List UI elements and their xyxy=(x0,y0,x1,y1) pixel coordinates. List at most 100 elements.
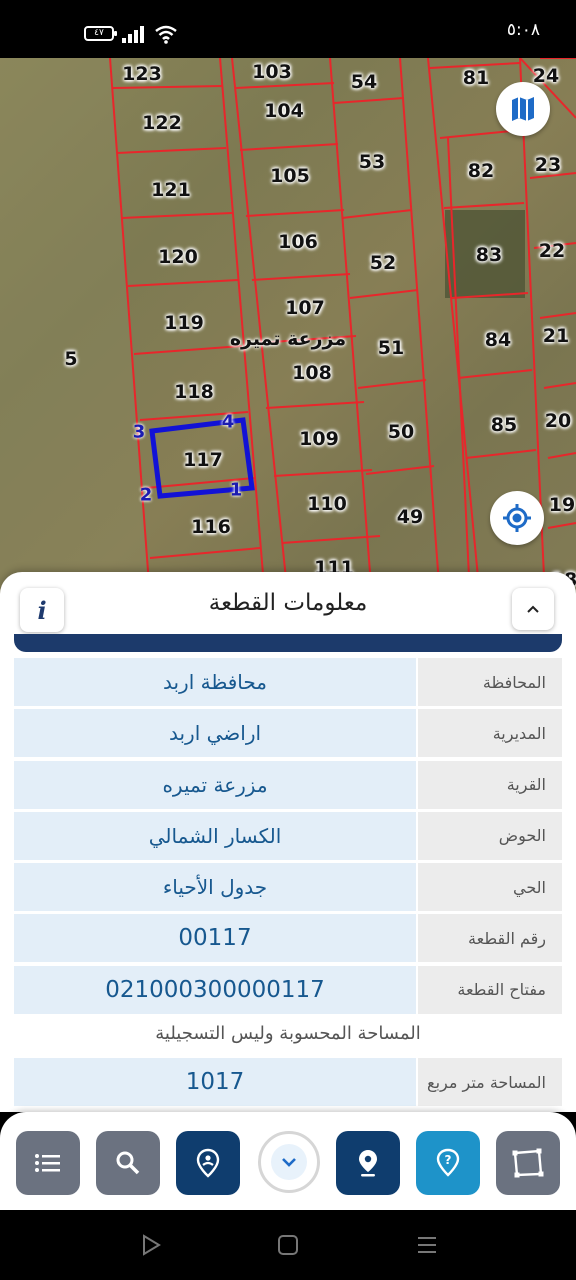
info-value: 00117 xyxy=(14,914,416,963)
info-row-directorate: اراضي اربد المديرية xyxy=(14,709,562,758)
info-value: 1017 xyxy=(14,1058,416,1106)
recents-icon[interactable] xyxy=(416,1234,438,1256)
bottom-toolbar: ? xyxy=(0,1112,576,1210)
parcel-label[interactable]: 21 xyxy=(543,325,569,347)
pin-button[interactable] xyxy=(336,1131,400,1195)
parcel-info-panel: i معلومات القطعة محافظة اربد المحافظة ار… xyxy=(0,572,576,1112)
parcel-label[interactable]: 52 xyxy=(370,252,396,274)
parcel-label[interactable]: 81 xyxy=(463,67,489,89)
parcel-label[interactable]: 108 xyxy=(292,362,332,384)
my-location-button[interactable] xyxy=(490,491,544,545)
parcel-label[interactable]: 118 xyxy=(174,381,214,403)
parcel-label[interactable]: 122 xyxy=(142,112,182,134)
map-icon xyxy=(512,97,534,121)
chevron-up-icon xyxy=(527,605,539,613)
search-icon xyxy=(116,1151,140,1175)
parcel-label[interactable]: 20 xyxy=(545,410,571,432)
parcel-label[interactable]: 123 xyxy=(122,63,162,85)
parcel-label[interactable]: 104 xyxy=(264,100,304,122)
info-row-village: مزرعة تميره القرية xyxy=(14,760,562,809)
info-row-governorate: محافظة اربد المحافظة xyxy=(14,658,562,706)
header-divider xyxy=(14,634,562,652)
help-button[interactable]: ? xyxy=(416,1131,480,1195)
info-value: جدول الأحياء xyxy=(14,863,416,912)
search-button[interactable] xyxy=(96,1131,160,1195)
signal-icon xyxy=(122,26,144,43)
parcel-label[interactable]: 109 xyxy=(299,428,339,450)
parcel-label[interactable]: 19 xyxy=(549,494,575,516)
parcel-label[interactable]: 54 xyxy=(351,71,377,93)
info-key: رقم القطعة xyxy=(418,914,562,963)
parcel-label[interactable]: 83 xyxy=(476,244,502,266)
info-value: اراضي اربد xyxy=(14,709,416,758)
back-icon[interactable] xyxy=(140,1234,162,1256)
parcel-label[interactable]: 120 xyxy=(158,246,198,268)
svg-text:?: ? xyxy=(445,1153,452,1167)
parcel-label[interactable]: 50 xyxy=(388,421,414,443)
parcel-label[interactable]: 107 xyxy=(285,297,325,319)
info-row-area: 1017 المساحة متر مربع xyxy=(14,1058,562,1109)
draw-polygon-button[interactable] xyxy=(496,1131,560,1195)
info-key: القرية xyxy=(418,760,562,809)
info-key: الحي xyxy=(418,863,562,912)
map-view[interactable]: 123 103 54 81 24 122 104 53 82 23 121 10… xyxy=(0,58,576,598)
parcel-label[interactable]: 119 xyxy=(164,312,204,334)
parcel-label[interactable]: 106 xyxy=(278,231,318,253)
info-value: محافظة اربد xyxy=(14,658,416,706)
vertex-label: 2 xyxy=(139,484,153,506)
info-row-neighborhood: جدول الأحياء الحي xyxy=(14,863,562,912)
chevron-down-circle xyxy=(271,1144,307,1180)
village-label: مزرعة تميره xyxy=(229,328,347,350)
map-layers-button[interactable] xyxy=(496,82,550,136)
parcel-label[interactable]: 23 xyxy=(535,154,561,176)
parcel-label[interactable]: 110 xyxy=(307,493,347,515)
list-button[interactable] xyxy=(16,1131,80,1195)
map-pin-icon xyxy=(359,1150,377,1177)
parcel-label[interactable]: 121 xyxy=(151,179,191,201)
panel-title: معلومات القطعة xyxy=(208,590,368,616)
parcel-label[interactable]: 5 xyxy=(64,348,77,370)
parcel-label[interactable]: 49 xyxy=(397,506,423,528)
area-note: المساحة المحسوبة وليس التسجيلية xyxy=(155,1023,421,1044)
home-icon[interactable] xyxy=(277,1234,299,1256)
polygon-icon xyxy=(512,1148,544,1178)
info-key: مفتاح القطعة xyxy=(418,965,562,1014)
parcel-label[interactable]: 82 xyxy=(468,160,494,182)
parcel-label[interactable]: 53 xyxy=(359,151,385,173)
info-row-parcel-number: 00117 رقم القطعة xyxy=(14,914,562,963)
expand-toggle-button[interactable] xyxy=(258,1131,320,1193)
parcel-label[interactable]: 84 xyxy=(485,329,511,351)
status-bar: ٤٧ ٥:٠٨ xyxy=(0,0,576,58)
info-row-parcel-key: 021000300000117 مفتاح القطعة xyxy=(14,965,562,1014)
parcel-label[interactable]: 103 xyxy=(252,61,292,83)
parcel-location-button[interactable] xyxy=(176,1131,240,1195)
help-icon: ? xyxy=(436,1148,460,1177)
list-icon xyxy=(35,1154,60,1172)
parcel-label[interactable]: 85 xyxy=(491,414,517,436)
info-value: الكسار الشمالي xyxy=(14,811,416,860)
crosshair-icon xyxy=(503,504,531,532)
info-table: محافظة اربد المحافظة اراضي اربد المديرية… xyxy=(14,658,562,1017)
parcel-label[interactable]: 22 xyxy=(539,240,565,262)
location-pin-icon xyxy=(196,1148,220,1178)
parcel-label[interactable]: 116 xyxy=(191,516,231,538)
wifi-icon xyxy=(155,25,177,44)
collapse-button[interactable] xyxy=(512,588,554,630)
parcel-label[interactable]: 24 xyxy=(533,65,559,87)
info-row-basin: الكسار الشمالي الحوض xyxy=(14,811,562,860)
parcel-label[interactable]: 51 xyxy=(378,337,404,359)
battery-icon: ٤٧ xyxy=(84,26,117,41)
info-key: الحوض xyxy=(418,811,562,860)
info-value: مزرعة تميره xyxy=(14,760,416,809)
parcel-label[interactable]: 105 xyxy=(270,165,310,187)
info-value: 021000300000117 xyxy=(14,965,416,1014)
vertex-label: 3 xyxy=(132,421,146,443)
system-nav-bar xyxy=(0,1210,576,1280)
chevron-down-icon xyxy=(282,1158,296,1167)
info-key: المحافظة xyxy=(418,658,562,706)
vertex-label: 4 xyxy=(221,411,235,433)
info-key: المديرية xyxy=(418,709,562,758)
battery-level: ٤٧ xyxy=(94,28,104,38)
clock: ٥:٠٨ xyxy=(506,20,540,40)
selected-parcel-label[interactable]: 117 xyxy=(183,449,223,471)
